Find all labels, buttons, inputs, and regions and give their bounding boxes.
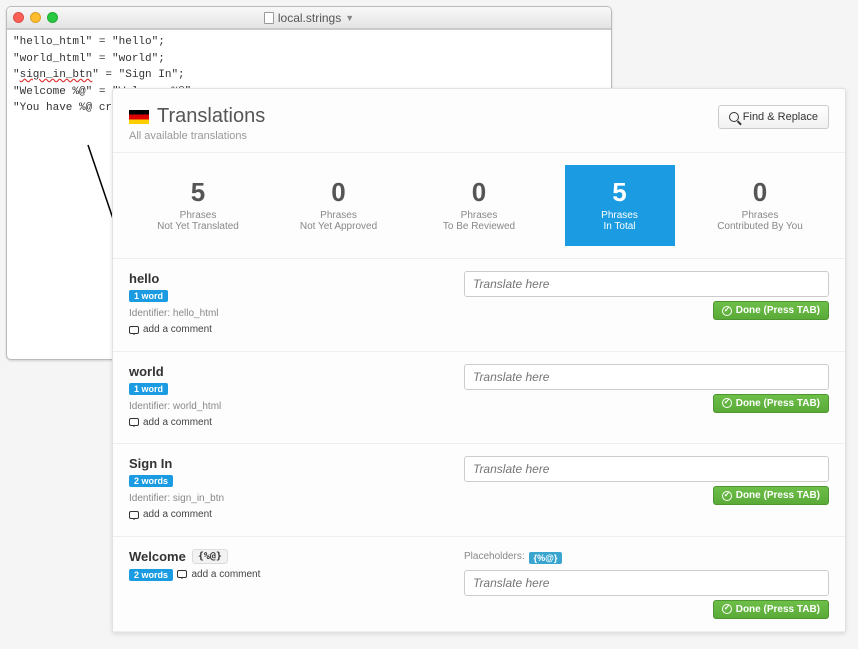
find-replace-button[interactable]: Find & Replace: [718, 105, 829, 129]
stat-label: Phrases: [434, 210, 524, 221]
window-controls[interactable]: [13, 12, 58, 23]
comment-icon: [129, 326, 139, 334]
stat-count: 5: [153, 177, 243, 208]
done-button[interactable]: Done (Press TAB): [713, 394, 829, 413]
check-icon: [722, 306, 732, 316]
stat-count: 0: [434, 177, 524, 208]
comment-icon: [177, 570, 187, 578]
done-button[interactable]: Done (Press TAB): [713, 486, 829, 505]
panel-title: Translations: [157, 105, 265, 128]
translations-panel: Translations All available translations …: [112, 88, 846, 633]
phrase-title: world: [129, 364, 444, 379]
editor-titlebar: local.strings ▼: [7, 7, 611, 29]
phrase-row: Sign In 2 words Identifier: sign_in_btn …: [113, 444, 845, 537]
german-flag-icon: [129, 110, 149, 124]
stat-label: Phrases: [575, 210, 665, 221]
comment-icon: [129, 511, 139, 519]
translation-input[interactable]: [464, 364, 829, 390]
stat-tab[interactable]: 0 Phrases To Be Reviewed: [424, 165, 534, 246]
chevron-down-icon[interactable]: ▼: [345, 13, 354, 23]
identifier-label: Identifier: sign_in_btn: [129, 493, 444, 504]
close-icon[interactable]: [13, 12, 24, 23]
stat-label: Phrases: [294, 210, 384, 221]
check-icon: [722, 398, 732, 408]
stat-sublabel: Not Yet Approved: [294, 221, 384, 232]
stats-row: 5 Phrases Not Yet Translated 0 Phrases N…: [113, 153, 845, 259]
stat-label: Phrases: [715, 210, 805, 221]
placeholder-pill[interactable]: {%@}: [529, 552, 563, 564]
editor-filename: local.strings: [278, 11, 341, 25]
phrase-list: hello 1 word Identifier: hello_html add …: [113, 259, 845, 632]
stat-tab[interactable]: 0 Phrases Not Yet Approved: [284, 165, 394, 246]
add-comment-link[interactable]: add a comment: [129, 324, 212, 335]
stat-sublabel: To Be Reviewed: [434, 221, 524, 232]
panel-subtitle: All available translations: [129, 130, 265, 142]
translation-input[interactable]: [464, 570, 829, 596]
done-button[interactable]: Done (Press TAB): [713, 600, 829, 619]
word-count-badge: 1 word: [129, 383, 168, 395]
stat-count: 0: [294, 177, 384, 208]
zoom-icon[interactable]: [47, 12, 58, 23]
translation-input[interactable]: [464, 271, 829, 297]
panel-header: Translations All available translations …: [113, 89, 845, 153]
add-comment-link[interactable]: add a comment: [129, 417, 212, 428]
check-icon: [722, 491, 732, 501]
placeholders-label: Placeholders: {%@}: [464, 549, 829, 564]
stat-tab[interactable]: 5 Phrases Not Yet Translated: [143, 165, 253, 246]
stat-label: Phrases: [153, 210, 243, 221]
phrase-title: Sign In: [129, 456, 444, 471]
phrase-title: Welcome {%@}: [129, 549, 444, 564]
stat-tab[interactable]: 5 Phrases In Total: [565, 165, 675, 246]
word-count-badge: 2 words: [129, 569, 173, 581]
phrase-row: world 1 word Identifier: world_html add …: [113, 352, 845, 445]
minimize-icon[interactable]: [30, 12, 41, 23]
done-button[interactable]: Done (Press TAB): [713, 301, 829, 320]
add-comment-link[interactable]: add a comment: [177, 569, 260, 580]
stat-count: 5: [575, 177, 665, 208]
stat-sublabel: In Total: [575, 221, 665, 232]
identifier-label: Identifier: world_html: [129, 401, 444, 412]
phrase-row: hello 1 word Identifier: hello_html add …: [113, 259, 845, 352]
phrase-row: Welcome {%@} 2 words add a comment Place…: [113, 537, 845, 632]
document-icon: [264, 12, 274, 24]
stat-tab[interactable]: 0 Phrases Contributed By You: [705, 165, 815, 246]
word-count-badge: 2 words: [129, 475, 173, 487]
token-badge: {%@}: [192, 549, 228, 564]
identifier-label: Identifier: hello_html: [129, 308, 444, 319]
stat-count: 0: [715, 177, 805, 208]
add-comment-link[interactable]: add a comment: [129, 509, 212, 520]
comment-icon: [129, 418, 139, 426]
stat-sublabel: Not Yet Translated: [153, 221, 243, 232]
stat-sublabel: Contributed By You: [715, 221, 805, 232]
phrase-title: hello: [129, 271, 444, 286]
word-count-badge: 1 word: [129, 290, 168, 302]
search-icon: [729, 112, 739, 122]
translation-input[interactable]: [464, 456, 829, 482]
check-icon: [722, 604, 732, 614]
